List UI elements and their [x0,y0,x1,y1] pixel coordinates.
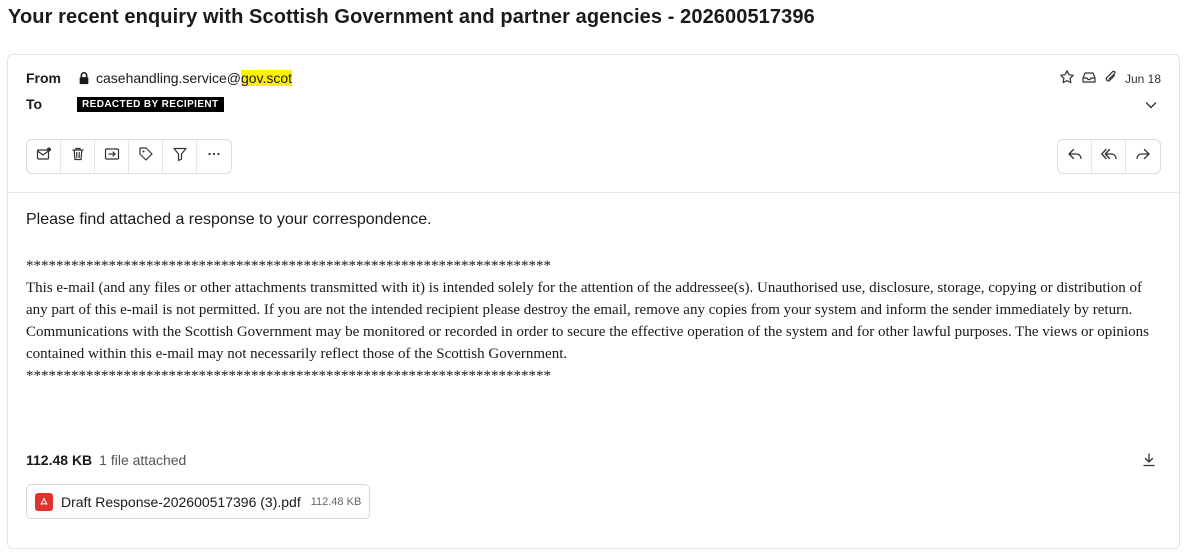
archive-inbox-icon[interactable] [1081,69,1097,88]
chevron-down-icon[interactable] [1143,97,1159,113]
attachment-clip-icon [1103,69,1119,88]
sender-local: casehandling.service@ [96,70,241,86]
mark-unread-button[interactable] [27,140,61,173]
from-label: From [26,70,61,86]
header-divider [8,192,1179,193]
attachment-summary: 112.48 KB 1 file attached [26,452,186,468]
email-disclaimer-block: ****************************************… [26,255,1161,387]
sender-address[interactable]: casehandling.service@gov.scot [96,70,293,86]
attachment-file-name: Draft Response-202600517396 (3).pdf [61,493,301,510]
trash-icon [70,146,86,167]
lock-icon [77,71,91,85]
redacted-recipient: REDACTED BY RECIPIENT [77,96,224,112]
delete-button[interactable] [61,140,95,173]
attachment-count: 1 file attached [99,452,187,468]
attachment-file-size: 112.48 KB [310,495,362,508]
reply-icon [1067,146,1083,167]
attachment-file-chip[interactable]: Draft Response-202600517396 (3).pdf 112.… [26,484,371,519]
message-actions-toolbar [26,139,232,174]
download-all-icon[interactable] [1141,452,1157,468]
reply-actions-toolbar [1057,139,1161,174]
pdf-icon [35,492,53,511]
stars-bottom: ****************************************… [26,368,551,384]
email-greeting: Please find attached a response to your … [26,211,432,228]
from-row: From casehandling.service@gov.scot [26,70,293,86]
mark-unread-icon [36,146,52,167]
more-actions-button[interactable] [197,140,231,173]
more-icon [206,146,222,167]
forward-icon [1135,146,1151,167]
star-icon[interactable] [1059,69,1075,88]
forward-button[interactable] [1126,140,1160,173]
attachment-total-size: 112.48 KB [26,452,93,468]
email-subject: Your recent enquiry with Scottish Govern… [8,6,815,28]
move-icon [104,146,120,167]
move-button[interactable] [95,140,129,173]
label-button[interactable] [129,140,163,173]
to-row: To REDACTED BY RECIPIENT [26,96,224,112]
sender-domain-highlight: gov.scot [240,70,293,86]
to-label: To [26,96,43,112]
reply-all-button[interactable] [1092,140,1126,173]
email-date: Jun 18 [1124,71,1161,86]
tag-icon [138,146,154,167]
reply-button[interactable] [1058,140,1092,173]
header-meta: Jun 18 [1059,69,1161,88]
email-card: From casehandling.service@gov.scot To RE… [7,54,1180,549]
stars-top: ****************************************… [26,258,551,274]
filter-icon [172,146,188,167]
filter-button[interactable] [163,140,197,173]
reply-all-icon [1100,146,1117,167]
disclaimer-text: This e-mail (and any files or other atta… [26,280,1149,362]
